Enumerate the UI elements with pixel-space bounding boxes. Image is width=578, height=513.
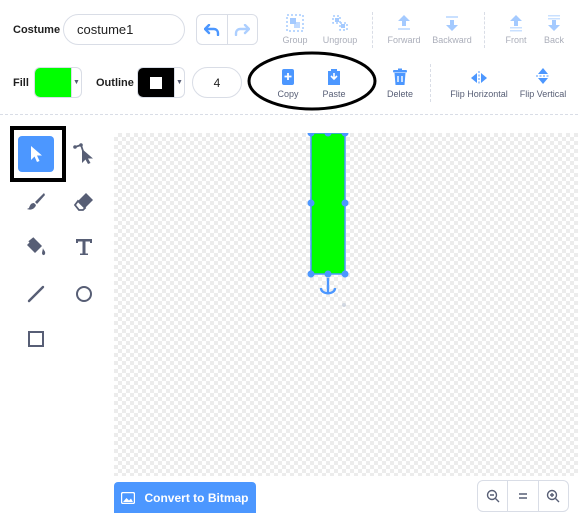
undo-icon [203,23,219,36]
line-tool[interactable] [18,276,54,312]
ungroup-button[interactable]: Ungroup [318,12,362,45]
fill-tool[interactable] [18,229,54,265]
chevron-down-icon: ▼ [71,68,81,97]
fill-swatch [35,68,71,97]
flip-horizontal-icon [471,71,487,85]
front-button[interactable]: Front [500,12,532,45]
back-icon [548,15,560,31]
redo-icon [235,23,251,36]
brush-tool[interactable] [18,183,54,219]
zoom-in-button[interactable] [539,481,568,511]
toolbar-divider [0,114,578,115]
group-label: Group [282,35,308,45]
fill-label: Fill [13,77,29,89]
flip-horizontal-label: Flip Horizontal [450,89,508,99]
drawing-canvas[interactable] [114,133,578,476]
front-icon [510,15,522,32]
outline-color-picker[interactable]: ▼ [137,67,185,98]
zoom-out-button[interactable] [478,481,509,511]
zoom-out-icon [486,489,500,503]
ungroup-icon [332,15,348,31]
flip-vertical-button[interactable]: Flip Vertical [514,66,572,99]
group-button[interactable]: Group [280,12,310,45]
flip-vertical-label: Flip Vertical [519,89,567,99]
text-icon [76,239,92,255]
costume-name-input[interactable] [63,14,185,45]
flip-vertical-icon [536,68,550,84]
image-icon [121,491,136,504]
divider [372,12,373,48]
copy-label: Copy [277,89,299,99]
zoom-reset-button[interactable] [508,481,539,511]
rectangle-tool[interactable] [18,321,54,357]
forward-label: Forward [387,35,421,45]
paste-button[interactable]: Paste [316,66,352,99]
annotation-ellipse [247,51,377,111]
selected-shape[interactable] [114,133,578,476]
line-icon [27,285,45,303]
forward-icon [398,15,410,30]
outline-label: Outline [96,77,134,89]
eraser-icon [73,193,93,211]
circle-tool[interactable] [66,276,102,312]
backward-icon [446,16,458,31]
zoom-in-icon [547,489,560,503]
outline-swatch [138,68,174,97]
text-tool[interactable] [66,229,102,265]
divider [484,12,485,48]
backward-button[interactable]: Backward [428,12,476,45]
zoom-controls [477,480,569,512]
eraser-tool[interactable] [66,183,102,219]
circle-icon [76,286,92,302]
delete-label: Delete [386,89,413,99]
reshape-icon [73,143,93,164]
divider [430,64,431,102]
back-button[interactable]: Back [538,12,570,45]
chevron-down-icon: ▼ [174,68,184,97]
delete-button[interactable]: Delete [383,66,417,99]
costume-label: Costume [13,24,61,36]
fill-color-picker[interactable]: ▼ [34,67,82,98]
trash-icon [393,68,407,85]
convert-label: Convert to Bitmap [144,490,249,505]
undo-button[interactable] [197,15,228,44]
zoom-reset-icon [518,493,527,499]
paste-icon [328,69,340,85]
reshape-tool[interactable] [66,136,102,172]
backward-label: Backward [432,35,472,45]
ungroup-label: Ungroup [322,35,358,45]
copy-button[interactable]: Copy [270,66,306,99]
annotation-box [10,126,66,182]
outline-width-input[interactable] [192,67,242,98]
group-icon [286,14,304,32]
copy-icon [282,69,294,85]
undo-redo-group [196,14,258,45]
forward-button[interactable]: Forward [384,12,424,45]
convert-to-bitmap-button[interactable]: Convert to Bitmap [114,482,256,513]
front-label: Front [505,35,527,45]
brush-icon [27,193,45,210]
rectangle-icon [28,331,44,347]
fill-bucket-icon [27,237,46,256]
flip-horizontal-button[interactable]: Flip Horizontal [446,66,512,99]
redo-button[interactable] [228,15,258,44]
back-label: Back [543,35,564,45]
paste-label: Paste [322,89,346,99]
